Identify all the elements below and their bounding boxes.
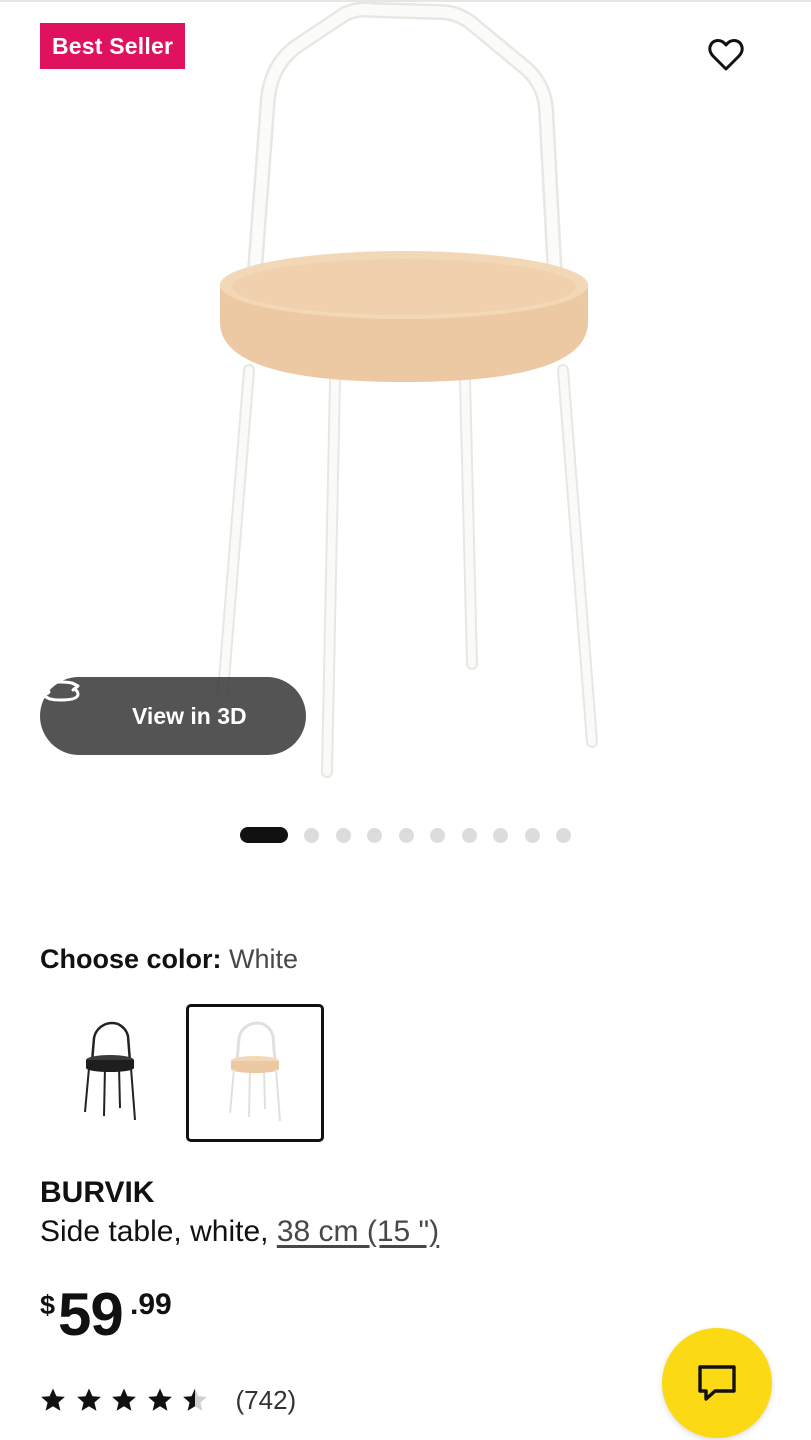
selected-color-value: White xyxy=(229,944,299,974)
carousel-dot[interactable] xyxy=(430,827,445,843)
rotate-3d-icon xyxy=(42,680,116,731)
product-rating[interactable]: (742) xyxy=(40,1382,296,1418)
chat-bubble-icon xyxy=(698,1365,736,1401)
price-integer: 59 xyxy=(58,1281,124,1348)
product-name: BURVIK xyxy=(40,1176,155,1209)
star-half-icon xyxy=(183,1388,207,1411)
best-seller-badge: Best Seller xyxy=(40,23,186,69)
star-full-icon xyxy=(41,1388,65,1411)
review-count: (742) xyxy=(235,1384,297,1415)
choose-color-heading: Choose color: White xyxy=(40,940,298,978)
rating-stars xyxy=(40,1387,218,1413)
add-to-favorites-button[interactable] xyxy=(708,38,758,88)
product-description: Side table, white, 38 cm (15 ") xyxy=(40,1212,439,1252)
price-currency: $ xyxy=(40,1290,56,1320)
carousel-dot-active[interactable] xyxy=(240,827,288,843)
product-image[interactable]: Best Seller View in 3D xyxy=(0,0,811,800)
carousel-pagination xyxy=(240,826,588,844)
carousel-dot[interactable] xyxy=(398,827,414,843)
carousel-dot[interactable] xyxy=(461,827,477,843)
black-table-thumbnail xyxy=(84,1021,136,1121)
carousel-dot[interactable] xyxy=(524,827,540,843)
carousel-dot[interactable] xyxy=(367,827,382,843)
star-full-icon xyxy=(76,1388,101,1411)
star-full-icon xyxy=(112,1388,136,1411)
carousel-dot[interactable] xyxy=(493,827,508,843)
chat-button[interactable] xyxy=(662,1328,772,1438)
carousel-dot[interactable] xyxy=(304,827,319,843)
star-full-icon xyxy=(147,1388,172,1411)
color-option-black[interactable] xyxy=(40,1004,178,1142)
product-description-text: Side table, white, xyxy=(40,1215,277,1248)
product-size-link[interactable]: 38 cm (15 ") xyxy=(277,1215,439,1248)
view-in-3d-button[interactable]: View in 3D xyxy=(40,677,306,755)
view-in-3d-label: View in 3D xyxy=(132,702,247,729)
carousel-dot[interactable] xyxy=(556,827,571,843)
white-table-thumbnail xyxy=(229,1021,281,1122)
price-decimal: .99 xyxy=(130,1288,172,1321)
best-seller-label: Best Seller xyxy=(52,33,174,59)
choose-color-label: Choose color: xyxy=(40,944,222,974)
carousel-dot[interactable] xyxy=(335,827,351,843)
color-option-white-selected[interactable] xyxy=(186,1004,324,1142)
heart-outline-icon xyxy=(708,38,744,71)
